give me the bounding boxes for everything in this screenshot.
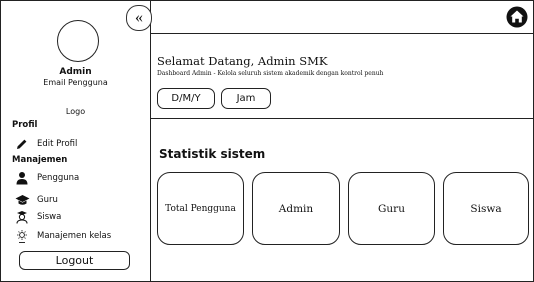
- avatar: [57, 20, 99, 62]
- divider: [151, 118, 534, 119]
- section-management: Manajemen: [12, 155, 68, 165]
- home-button[interactable]: [506, 6, 528, 28]
- logout-button[interactable]: Logout: [19, 251, 130, 270]
- stat-card-siswa[interactable]: Siswa: [443, 172, 529, 245]
- sidebar-item-label: Pengguna: [37, 173, 80, 183]
- logo: Logo: [65, 107, 86, 116]
- sidebar-item-pengguna[interactable]: Pengguna: [14, 171, 79, 185]
- double-chevron-left-icon: «: [135, 9, 143, 26]
- user-email: Email Pengguna: [43, 78, 108, 87]
- stat-card-total-pengguna[interactable]: Total Pengguna: [157, 172, 244, 245]
- sidebar-item-manajemen-kelas[interactable]: Manajemen kelas: [14, 229, 111, 243]
- collapse-sidebar-button[interactable]: «: [126, 5, 152, 31]
- sidebar: Admin Email Pengguna Logo Profil Edit Pr…: [0, 0, 151, 282]
- stat-card-label: Total Pengguna: [165, 203, 236, 214]
- sidebar-item-edit-profile[interactable]: Edit Profil: [14, 137, 77, 151]
- class-management-icon: [14, 229, 30, 243]
- user-name: Admin: [59, 67, 92, 77]
- sidebar-item-label: Edit Profil: [37, 139, 78, 149]
- sidebar-item-label: Siswa: [37, 212, 62, 222]
- sidebar-item-guru[interactable]: Guru: [14, 193, 58, 207]
- stat-card-label: Siswa: [470, 202, 502, 215]
- student-icon: [14, 210, 30, 224]
- sidebar-item-label: Guru: [37, 195, 58, 205]
- time-display: Jam: [221, 88, 271, 109]
- page-title: Selamat Datang, Admin SMK: [157, 54, 328, 68]
- graduation-cap-icon: [14, 193, 30, 207]
- stat-card-label: Admin: [278, 202, 314, 215]
- user-icon: [14, 171, 30, 185]
- home-icon: [506, 6, 528, 28]
- section-profile: Profil: [12, 120, 38, 130]
- page-subtitle: Dashboard Admin - Kelola seluruh sistem …: [157, 70, 384, 77]
- stat-card-label: Guru: [378, 202, 405, 215]
- pencil-icon: [14, 137, 30, 151]
- date-display: D/M/Y: [157, 88, 215, 109]
- stat-card-guru[interactable]: Guru: [348, 172, 435, 245]
- stats-title: Statistik sistem: [159, 147, 266, 161]
- stat-card-admin[interactable]: Admin: [252, 172, 340, 245]
- sidebar-item-label: Manajemen kelas: [37, 231, 112, 241]
- top-bar: [151, 0, 534, 34]
- sidebar-item-siswa[interactable]: Siswa: [14, 210, 61, 224]
